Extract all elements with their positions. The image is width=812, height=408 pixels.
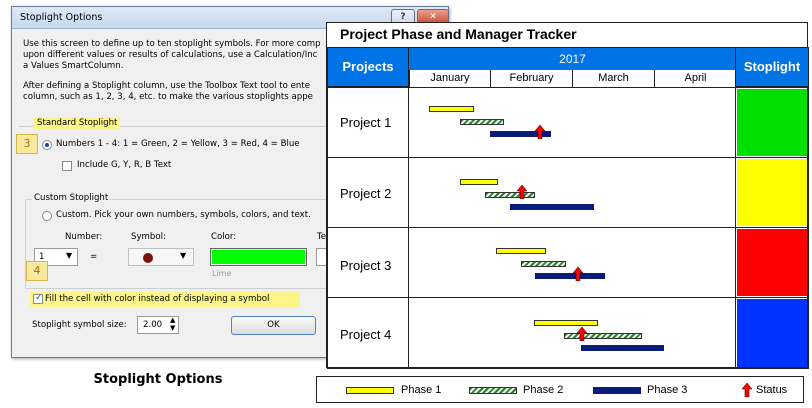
month-march: March [572, 70, 654, 87]
symbol-size-input[interactable]: 2.00 ▲ ▼ [137, 316, 179, 334]
color-name: Lime [212, 269, 232, 278]
color-swatch-fill [212, 250, 305, 264]
status-arrow-icon [516, 184, 528, 204]
numbers-option-label: Numbers 1 - 4: 1 = Green, 2 = Yellow, 3 … [56, 139, 300, 149]
month-april: April [654, 70, 736, 87]
fill-cell-label: Fill the cell with color instead of disp… [45, 294, 270, 304]
project-row-label: Project 2 [327, 157, 409, 228]
text-label: Te [317, 232, 327, 242]
phase2-bar [485, 192, 535, 198]
callout-3: 3 [16, 134, 38, 154]
chart-legend: Phase 1 Phase 2 Phase 3 Status [316, 376, 804, 403]
legend-phase2: Phase 2 [523, 384, 564, 396]
custom-stoplight-heading: Custom Stoplight [32, 193, 111, 203]
figure-caption: Stoplight Options [93, 372, 223, 387]
phase2-swatch [469, 387, 517, 394]
number-label: Number: [65, 232, 103, 242]
phase1-swatch [346, 387, 394, 394]
symbol-size-value: 2.00 [143, 320, 163, 330]
symbol-size-label: Stoplight symbol size: [32, 320, 127, 330]
custom-option-label: Custom. Pick your own numbers, symbols, … [56, 210, 311, 220]
project-name: Project 3 [340, 258, 392, 273]
color-label: Color: [211, 232, 237, 242]
phase2-bar [460, 119, 504, 125]
status-arrow-icon [576, 326, 588, 346]
project-tracker-chart: Project Phase and Manager Tracker Projec… [326, 22, 809, 369]
project-timeline [408, 87, 736, 158]
phase3-swatch [593, 387, 641, 394]
phase1-bar [534, 320, 598, 326]
include-text-label: Include G, Y, R, B Text [77, 160, 172, 170]
stoplight-cell [735, 227, 809, 298]
dialog-title: Stoplight Options [20, 12, 103, 23]
projects-header: Projects [327, 47, 409, 87]
stoplight-header: Stoplight [735, 47, 809, 87]
stoplight-green-fill [737, 89, 807, 156]
stoplight-cell [735, 157, 809, 228]
year-header: 2017 [409, 47, 736, 70]
phase3-bar [510, 204, 594, 210]
month-february: February [490, 70, 572, 87]
status-arrow-icon [534, 124, 546, 144]
legend-status: Status [756, 384, 788, 396]
project-row-label: Project 1 [327, 87, 409, 158]
stoplight-cell [735, 297, 809, 369]
stoplight-yellow-fill [737, 159, 807, 226]
callout-4: 4 [26, 261, 48, 281]
project-row-label: Project 3 [327, 227, 409, 298]
spinner-arrows-icon[interactable]: ▲ ▼ [170, 316, 175, 332]
phase1-bar [496, 248, 546, 254]
project-timeline [408, 297, 736, 369]
phase1-bar [460, 179, 498, 185]
include-text-checkbox[interactable] [62, 161, 72, 171]
status-arrow-icon [741, 382, 753, 400]
equals-sign: = [90, 252, 98, 262]
symbol-select[interactable]: ▼ [128, 248, 194, 266]
phase2-bar [564, 333, 642, 339]
project-name: Project 2 [340, 186, 392, 201]
legend-phase1: Phase 1 [401, 384, 442, 396]
standard-stoplight-heading: Standard Stoplight [34, 117, 121, 129]
month-january: January [409, 70, 490, 87]
tracker-title: Project Phase and Manager Tracker [340, 26, 577, 42]
project-name: Project 4 [340, 327, 392, 342]
ok-button[interactable]: OK [231, 316, 316, 335]
project-name: Project 1 [340, 115, 392, 130]
custom-radio[interactable] [42, 211, 52, 221]
chevron-down-icon: ▼ [66, 251, 73, 260]
chevron-down-icon: ▼ [180, 251, 187, 260]
numbers-radio[interactable] [42, 140, 52, 150]
color-swatch[interactable] [210, 248, 307, 266]
project-rows: Project 1 Project 2 Project 3 Project 4 [327, 87, 809, 369]
phase2-bar [521, 261, 566, 267]
phase3-bar [535, 273, 605, 279]
project-row-label: Project 4 [327, 297, 409, 369]
stoplight-blue-fill [737, 299, 807, 367]
project-timeline [408, 227, 736, 298]
phase3-bar [581, 345, 664, 351]
dark-red-circle-icon [143, 253, 153, 263]
symbol-label: Symbol: [131, 232, 166, 242]
status-arrow-icon [572, 266, 584, 286]
stoplight-red-fill [737, 229, 807, 296]
stoplight-cell [735, 87, 809, 158]
project-timeline [408, 157, 736, 228]
legend-phase3: Phase 3 [647, 384, 688, 396]
phase1-bar [429, 106, 474, 112]
fill-cell-checkbox[interactable] [33, 293, 43, 304]
